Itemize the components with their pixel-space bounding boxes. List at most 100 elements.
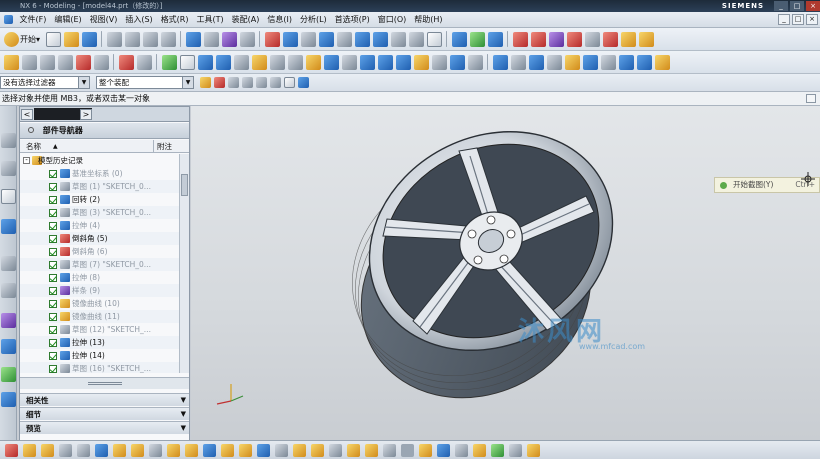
hyperbola-icon[interactable] [148,443,162,457]
delete-face-icon[interactable] [508,443,522,457]
tree-feature-row[interactable]: 草图 (16) "SKETCH_... [20,362,180,373]
pan-icon[interactable] [336,31,352,47]
collapse-icon[interactable]: - [23,157,30,164]
arc-constructor-icon[interactable] [40,443,54,457]
helix-icon[interactable] [166,443,180,457]
pocket-icon[interactable] [269,54,285,70]
note-column-header[interactable]: 附注 [153,140,172,153]
rotate-icon[interactable] [318,31,334,47]
start-button[interactable]: 开始 ▾ [2,31,40,47]
visibility-checkbox[interactable] [49,222,57,230]
project-curve-icon[interactable] [238,443,252,457]
center-point-icon[interactable] [602,31,618,47]
tree-feature-row[interactable]: 倒斜角 (6) [20,245,180,258]
visibility-checkbox[interactable] [49,196,57,204]
wcs-icon[interactable] [451,31,467,47]
feature-curve-icon[interactable] [242,77,253,88]
cue-line-close-button[interactable] [806,94,816,103]
trim-body-icon[interactable] [449,54,465,70]
offset-face-icon[interactable] [510,54,526,70]
scrollbar-thumb[interactable] [181,174,188,196]
tree-feature-row[interactable]: 样条 (9) [20,284,180,297]
visibility-checkbox[interactable] [49,365,57,373]
mid-point-icon[interactable] [548,31,564,47]
dependencies-section[interactable]: 相关性 ▼ [20,393,189,406]
visibility-checkbox[interactable] [49,300,57,308]
paste-icon[interactable] [142,31,158,47]
shell-icon[interactable] [341,54,357,70]
polygon-icon[interactable] [94,443,108,457]
divide-curve-icon[interactable] [346,443,360,457]
line-constructor-icon[interactable] [22,443,36,457]
process-studio-icon[interactable] [1,313,16,328]
selection-scope-select[interactable]: 整个装配 ▼ [96,76,194,89]
details-section[interactable]: 细节 ▼ [20,407,189,420]
new-file-icon[interactable] [45,31,61,47]
subtract-icon[interactable] [377,54,393,70]
move-wcs-icon[interactable] [469,31,485,47]
fillet-curve-icon[interactable] [364,443,378,457]
extract-geometry-icon[interactable] [564,54,580,70]
doc-minimize-button[interactable]: _ [778,14,790,25]
tree-feature-row[interactable]: 回转 (2) [20,193,180,206]
line-icon[interactable] [118,54,134,70]
intersect-icon[interactable] [395,54,411,70]
bounded-plane-icon[interactable] [618,54,634,70]
menu-file[interactable]: 文件(F) [16,14,51,25]
offset-curve-icon[interactable] [220,443,234,457]
menu-information[interactable]: 信息(I) [263,14,296,25]
tree-feature-row[interactable]: 拉伸 (14) [20,349,180,362]
show-hide-icon[interactable] [239,31,255,47]
visibility-checkbox[interactable] [49,274,57,282]
fit-view-icon[interactable] [264,31,280,47]
menu-assembly[interactable]: 装配(A) [228,14,264,25]
scroll-left-button[interactable]: < [21,109,33,120]
n-sided-surface-icon[interactable] [636,54,652,70]
end-point-icon[interactable] [530,31,546,47]
mirror-feature-icon[interactable] [431,54,447,70]
graphics-window[interactable]: 沐风网 www.mfcad.com [191,106,820,440]
sew-icon[interactable] [546,54,562,70]
scroll-right-button[interactable]: > [80,109,92,120]
wheel-model[interactable] [191,106,820,440]
shaded-with-edges-icon[interactable] [354,31,370,47]
rotate-wcs-icon[interactable] [487,31,503,47]
unite-icon[interactable] [359,54,375,70]
perspective-icon[interactable] [390,31,406,47]
pad-icon[interactable] [287,54,303,70]
panel-splitter[interactable] [20,377,189,389]
thicken-icon[interactable] [528,54,544,70]
visibility-checkbox[interactable] [49,339,57,347]
revolve-icon[interactable] [215,54,231,70]
extrude-icon[interactable] [197,54,213,70]
visibility-checkbox[interactable] [49,248,57,256]
type-filter-select[interactable]: 没有选择过滤器 ▼ [0,76,90,89]
rectangle-select-icon[interactable] [284,77,295,88]
undo-icon[interactable] [185,31,201,47]
redo-icon[interactable] [203,31,219,47]
measure-distance-icon[interactable] [620,31,636,47]
copy-to-layer-icon[interactable] [57,54,73,70]
doc-restore-button[interactable]: □ [792,14,804,25]
replace-face-icon[interactable] [472,443,486,457]
spline-icon[interactable] [184,443,198,457]
ellipse-icon[interactable] [112,443,126,457]
doc-close-button[interactable]: × [806,14,818,25]
reuse-library-icon[interactable] [1,219,16,234]
zoom-icon[interactable] [300,31,316,47]
tree-feature-row[interactable]: 草图 (3) "SKETCH_0... [20,206,180,219]
visibility-checkbox[interactable] [49,352,57,360]
tangent-curve-icon[interactable] [256,77,267,88]
swept-icon[interactable] [600,54,616,70]
circle-icon[interactable] [58,443,72,457]
tree-feature-row[interactable]: 拉伸 (4) [20,219,180,232]
visibility-checkbox[interactable] [49,209,57,217]
move-to-layer-icon[interactable] [75,54,91,70]
menu-help[interactable]: 帮助(H) [410,14,446,25]
tree-feature-row[interactable]: 拉伸 (13) [20,336,180,349]
filter-settings-icon[interactable] [200,77,211,88]
constraint-navigator-icon[interactable] [1,161,16,176]
intersection-point-icon[interactable] [584,31,600,47]
menu-format[interactable]: 格式(R) [157,14,193,25]
save-icon[interactable] [81,31,97,47]
